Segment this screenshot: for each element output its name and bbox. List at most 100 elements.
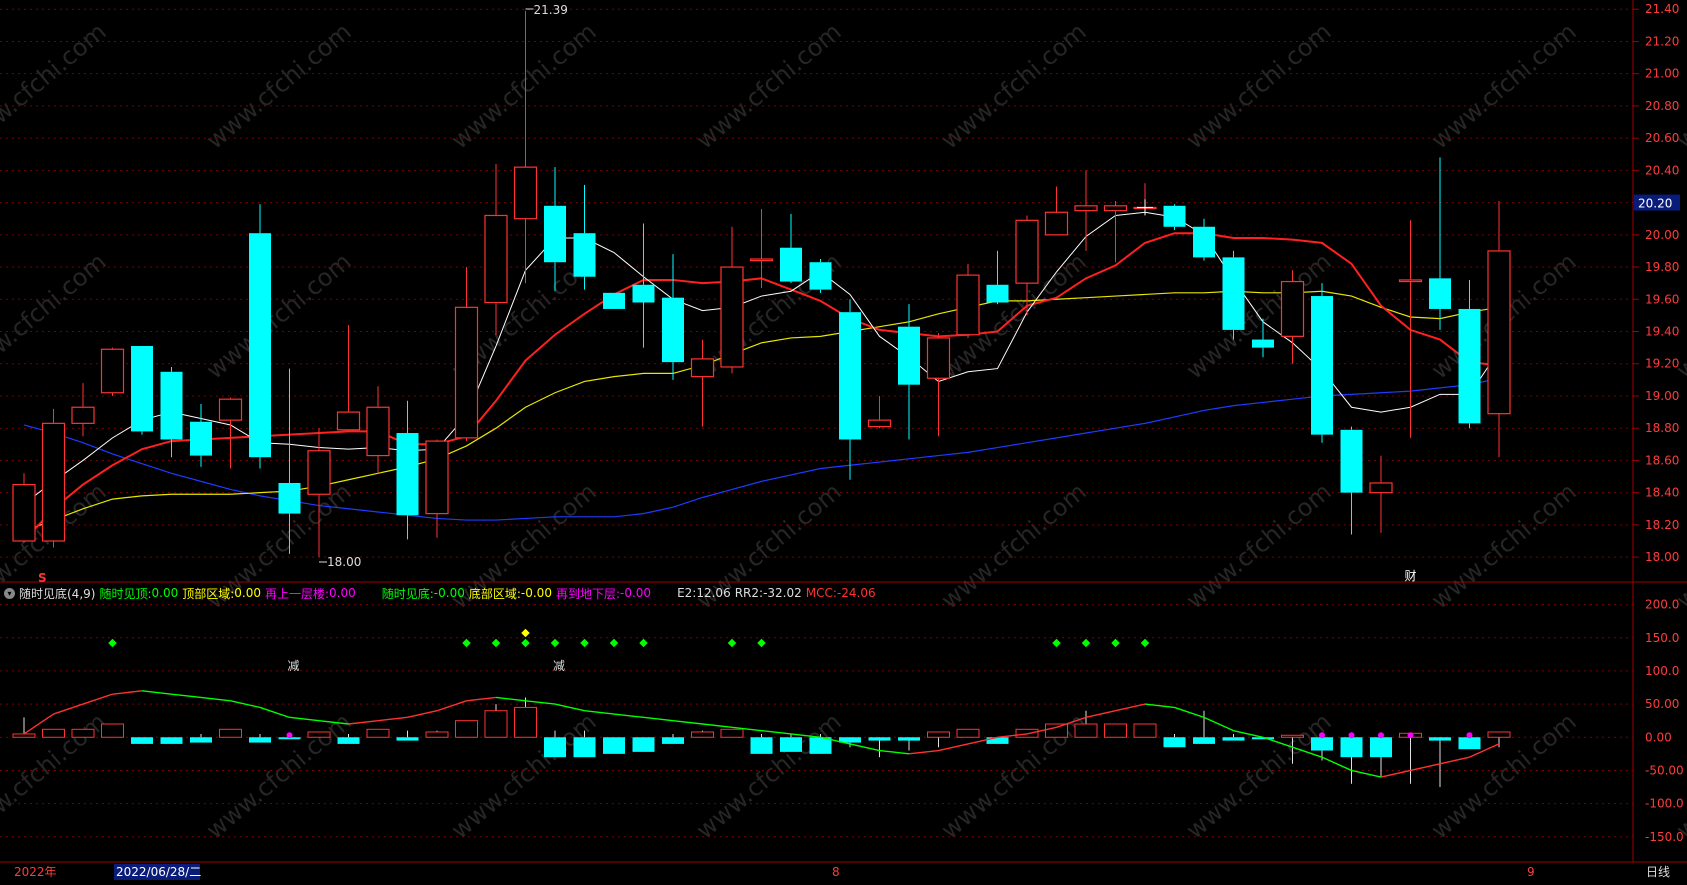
current-price-label: 20.20 [1638, 197, 1672, 211]
osc-bar-down [544, 737, 566, 758]
osc-curve-segment [436, 700, 467, 712]
candle-body-up [1280, 280, 1305, 337]
candle-body-down [662, 297, 684, 363]
price-tick-label: 19.60 [1645, 292, 1679, 306]
osc-curve-segment [200, 696, 231, 702]
watermark-text: www.cfchi.com [446, 17, 602, 154]
osc-bar-up [927, 731, 950, 738]
candle-body-down [190, 421, 212, 456]
price-tick-label: 20.60 [1645, 131, 1679, 145]
osc-curve-segment [643, 716, 674, 722]
ind-label-6: E2: [677, 586, 697, 600]
date-label: 2022/06/28/二 [116, 865, 201, 879]
candle-body-down [1193, 226, 1215, 258]
signal-dot [521, 638, 530, 648]
osc-curve-segment [938, 743, 969, 752]
candle-body-up [1398, 279, 1423, 283]
candle-body-down [1311, 296, 1333, 435]
osc-tick-label: -50.00 [1645, 763, 1684, 777]
osc-bar-up [455, 720, 478, 738]
candle-body-up [336, 411, 361, 431]
osc-bar-up [1133, 723, 1157, 738]
ind-value-4: -0.00 [520, 586, 552, 600]
ind-value-3: -0.00 [433, 586, 465, 600]
osc-bar-down [1311, 737, 1333, 751]
time-axis-bar: 2022年 2022/06/28/二 8 9 日线 [14, 864, 1670, 880]
osc-bar-down [190, 737, 212, 743]
candle-body-up [1487, 250, 1511, 415]
candle-body-down [396, 433, 419, 516]
candle-body-up [1103, 205, 1128, 212]
price-tick-label: 20.00 [1645, 228, 1679, 242]
osc-curve-segment [407, 710, 438, 719]
price-tick-label: 21.40 [1645, 2, 1679, 16]
osc-curve-segment [112, 690, 143, 695]
candle-body-down [278, 482, 301, 514]
candle-body-up [218, 398, 243, 421]
osc-bar-down [662, 737, 684, 744]
osc-bar-down [603, 737, 625, 754]
osc-curve-segment [702, 723, 733, 729]
candle-body-up [1044, 211, 1069, 236]
price-tick-label: 20.80 [1645, 99, 1679, 113]
osc-bar-down [249, 737, 271, 743]
ind-value-8: -24.06 [836, 586, 876, 600]
cai-marker: 财 [1405, 569, 1417, 583]
ind-label-4: 底部区域: [468, 586, 521, 601]
osc-curve-segment [348, 719, 379, 725]
osc-bar-down [160, 737, 183, 744]
candle-body-down [1222, 257, 1245, 330]
price-tick-label: 19.80 [1645, 260, 1679, 274]
osc-curve-segment [879, 749, 910, 755]
price-tick-label: 18.00 [1645, 550, 1679, 564]
signal-dot [639, 638, 648, 648]
osc-curve-segment [1351, 769, 1382, 778]
osc-tick-label: 200.0 [1645, 598, 1679, 612]
osc-curve-segment [53, 703, 84, 715]
signal-dot [491, 638, 501, 648]
watermark-text: www.cfchi.com [0, 707, 112, 844]
candle-body-up [690, 358, 715, 378]
signal-dot [609, 638, 619, 648]
osc-curve-segment [1321, 756, 1352, 772]
candle-body-down [780, 247, 802, 282]
osc-curve-segment [908, 749, 939, 755]
candle-body-up [749, 258, 774, 262]
osc-bar-down [1340, 737, 1363, 758]
osc-bar-down [809, 737, 832, 754]
collapse-icon[interactable]: ▾ [4, 587, 15, 599]
osc-bar-down [750, 737, 773, 754]
watermark-text: www.cfchi.com [1426, 707, 1582, 844]
price-tick-label: 18.20 [1645, 518, 1679, 532]
indicator-name[interactable]: 随时见底(4,9) [19, 585, 95, 602]
s-marker: S [38, 571, 47, 585]
watermark-text: www.cfchi.com [691, 707, 847, 844]
ind-value-2: 0.00 [329, 586, 356, 600]
period-label[interactable]: 日线 [1646, 865, 1670, 879]
price-tick-label: 18.40 [1645, 486, 1679, 500]
watermark-text: www.cfchi.com [0, 17, 112, 154]
osc-curve-segment [141, 690, 172, 695]
candle-body-down [160, 371, 183, 440]
ind-value-5: -0.00 [620, 586, 652, 600]
chart-canvas[interactable]: www.cfchi.com www.cfchi.com www.cfchi.com w… [0, 0, 1687, 881]
candle-body-up [1015, 219, 1039, 284]
candle-body-down [131, 346, 153, 432]
osc-bar-down [1458, 737, 1481, 750]
magenta-dot [1407, 732, 1414, 739]
osc-bar-down [868, 737, 891, 741]
osc-curve-segment [1410, 763, 1441, 772]
osc-curve-segment [1174, 706, 1205, 719]
osc-bar-down [898, 737, 920, 741]
osc-bar-down [337, 737, 360, 744]
osc-tick-label: -100.0 [1645, 797, 1684, 811]
signal-dot [1140, 638, 1150, 648]
osc-curve-segment [171, 693, 202, 699]
magenta-dot [1378, 732, 1384, 739]
osc-tick-label: -150.0 [1645, 830, 1684, 844]
ind-value-0: 0.00 [151, 586, 179, 600]
jian-marker: 减 [288, 659, 300, 673]
candle-body-down [1429, 278, 1451, 309]
signal-dot [550, 638, 560, 648]
stock-chart[interactable]: www.cfchi.com www.cfchi.com www.cfchi.com w… [0, 0, 1687, 881]
